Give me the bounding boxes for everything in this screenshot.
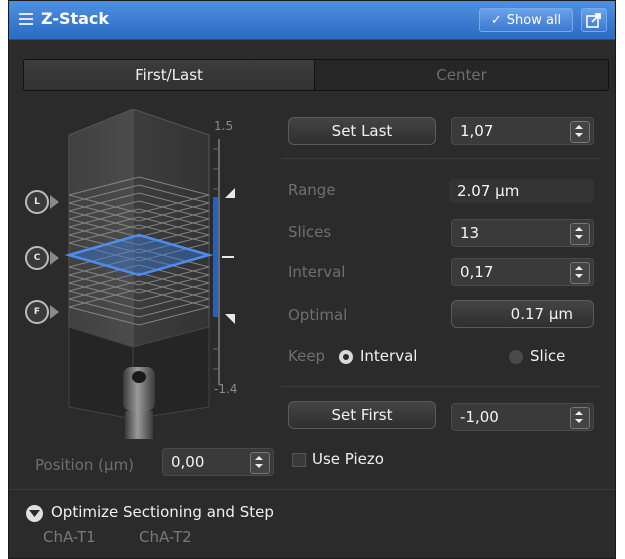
spin-arrows-icon[interactable]	[570, 121, 590, 143]
current-position-tick	[222, 256, 234, 258]
interval-value: 0,17	[460, 263, 494, 281]
use-piezo-label[interactable]: Use Piezo	[312, 450, 384, 468]
stack-visualization	[64, 109, 220, 439]
slices-spinbox[interactable]: 13	[451, 219, 594, 247]
interval-spinbox[interactable]: 0,17	[451, 258, 594, 286]
tab-center[interactable]: Center	[315, 60, 608, 90]
keep-label: Keep	[288, 347, 326, 365]
keep-interval-radio[interactable]	[339, 350, 353, 364]
separator	[281, 158, 601, 159]
separator	[9, 489, 615, 490]
show-all-button[interactable]: ✓ Show all	[479, 8, 573, 32]
set-first-button[interactable]: Set First	[288, 401, 436, 429]
mode-tabs: First/Last Center	[23, 59, 609, 91]
keep-slice-label[interactable]: Slice	[530, 347, 565, 365]
keep-slice-radio[interactable]	[509, 350, 523, 364]
optimize-section-title[interactable]: Optimize Sectioning and Step	[51, 503, 274, 521]
last-marker-button[interactable]: L	[25, 190, 49, 214]
scale-bottom-label: -1.4	[214, 382, 238, 396]
optimal-button[interactable]: 0.17 µm	[451, 300, 594, 328]
position-label: Position (µm)	[35, 456, 135, 474]
menu-icon[interactable]	[19, 13, 33, 25]
show-all-label: Show all	[506, 13, 562, 28]
zstack-panel: Z-Stack ✓ Show all First/Last Center 1.5…	[8, 0, 616, 559]
spin-arrows-icon[interactable]	[570, 223, 590, 245]
undock-button[interactable]	[581, 8, 607, 32]
last-marker-pointer	[50, 195, 59, 209]
use-piezo-checkbox[interactable]	[292, 453, 306, 467]
spin-arrows-icon[interactable]	[570, 407, 590, 429]
first-value-spinbox[interactable]: -1,00	[451, 403, 594, 431]
z-range-bar	[213, 197, 218, 317]
slices-label: Slices	[288, 223, 332, 241]
last-value: 1,07	[460, 122, 494, 140]
panel-title: Z-Stack	[41, 9, 110, 28]
spin-arrows-icon[interactable]	[570, 262, 590, 284]
channel-label: ChA-T1	[43, 528, 96, 546]
first-marker-button[interactable]: F	[25, 300, 49, 324]
optimal-label: Optimal	[288, 306, 348, 324]
position-value: 0,00	[171, 453, 205, 471]
separator	[281, 386, 601, 387]
scale-top-label: 1.5	[214, 119, 234, 133]
channel-label: ChA-T2	[139, 528, 192, 546]
center-marker-button[interactable]: C	[25, 246, 49, 270]
slices-value: 13	[460, 224, 480, 242]
first-position-handle[interactable]	[224, 313, 236, 325]
set-last-button[interactable]: Set Last	[288, 117, 436, 145]
optimal-value: 0.17 µm	[510, 305, 573, 323]
position-spinbox[interactable]: 0,00	[162, 448, 274, 476]
title-bar: Z-Stack ✓ Show all	[9, 1, 615, 40]
first-marker-pointer	[50, 305, 59, 319]
radio-dot	[343, 354, 349, 360]
first-value: -1,00	[460, 408, 499, 426]
checkmark-icon: ✓	[490, 13, 502, 28]
range-label: Range	[288, 181, 336, 199]
spin-arrows-icon[interactable]	[250, 452, 270, 474]
expand-chevron-icon[interactable]	[26, 505, 43, 522]
center-marker-pointer	[50, 251, 59, 265]
range-value: 2.07 µm	[449, 179, 594, 203]
keep-interval-label[interactable]: Interval	[360, 347, 417, 365]
last-position-handle[interactable]	[224, 187, 236, 199]
interval-label: Interval	[288, 263, 346, 281]
undock-icon	[586, 13, 601, 28]
tab-first-last[interactable]: First/Last	[24, 60, 315, 90]
last-value-spinbox[interactable]: 1,07	[451, 117, 594, 145]
